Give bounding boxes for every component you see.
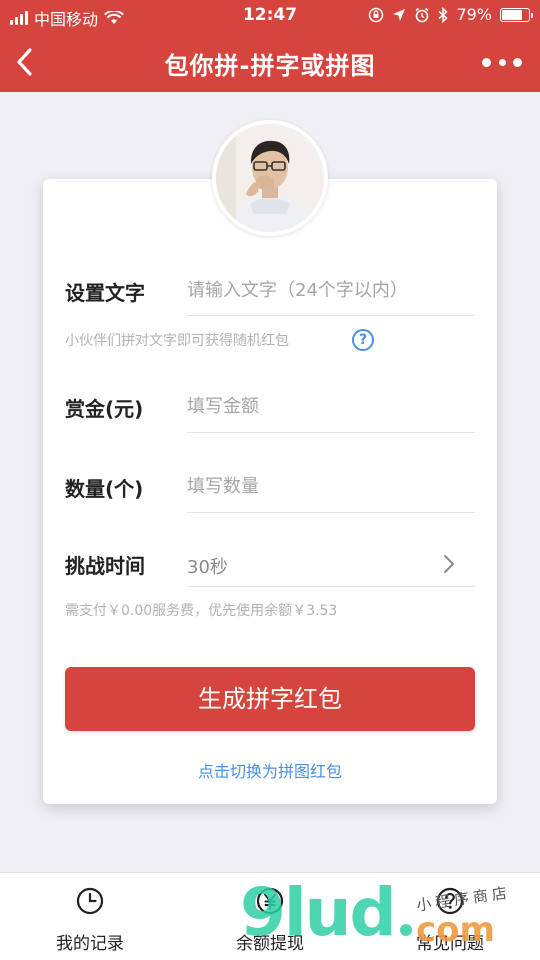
text-hint: 小伙伴们拼对文字即可获得随机红包 bbox=[65, 333, 289, 349]
text-label: 设置文字 bbox=[65, 281, 145, 305]
alarm-icon bbox=[415, 7, 429, 22]
chevron-right-icon bbox=[444, 555, 454, 573]
bluetooth-icon bbox=[438, 6, 449, 23]
divider bbox=[187, 315, 475, 316]
more-dot-icon bbox=[482, 57, 491, 67]
more-dot-icon bbox=[498, 58, 506, 66]
red-packet-form: 设置文字 小伙伴们拼对文字即可获得随机红包 ? 赏金(元) 数量(个) 挑战时间… bbox=[43, 179, 497, 804]
generate-button[interactable]: 生成拼字红包 bbox=[65, 667, 475, 731]
watermark-brand: 9lud bbox=[240, 874, 397, 951]
quantity-input[interactable] bbox=[187, 471, 475, 501]
orientation-lock-icon bbox=[369, 7, 384, 22]
watermark-suffix: com bbox=[416, 910, 495, 950]
help-icon[interactable]: ? bbox=[352, 329, 374, 351]
battery-level bbox=[502, 9, 523, 20]
fee-hint: 需支付￥0.00服务费，优先使用余额￥3.53 bbox=[65, 603, 338, 619]
header: 中国移动 12:47 79% 包你拼-拼字或拼图 bbox=[0, 0, 540, 92]
time-select-chevron[interactable] bbox=[440, 553, 458, 575]
watermark-logo: 9lud com 小程序商店 bbox=[240, 874, 530, 956]
time-label: 挑战时间 bbox=[65, 554, 145, 578]
battery-percent: 79% bbox=[456, 5, 492, 24]
reward-label: 赏金(元) bbox=[65, 397, 144, 421]
time-select[interactable]: 30秒 bbox=[187, 553, 228, 579]
nav-bar: 包你拼-拼字或拼图 bbox=[0, 32, 540, 92]
quantity-label: 数量(个) bbox=[65, 477, 144, 501]
location-icon bbox=[393, 8, 406, 21]
more-dot-icon bbox=[513, 57, 522, 67]
battery-icon bbox=[500, 7, 533, 22]
avatar bbox=[212, 120, 328, 236]
status-right: 79% bbox=[368, 5, 533, 24]
clock-icon bbox=[76, 887, 104, 915]
reward-input[interactable] bbox=[187, 391, 475, 421]
status-bar: 中国移动 12:47 79% bbox=[0, 0, 540, 32]
tab-my-records[interactable]: 我的记录 bbox=[0, 873, 180, 960]
switch-puzzle-link[interactable]: 点击切换为拼图红包 bbox=[43, 758, 497, 782]
more-button[interactable] bbox=[482, 50, 522, 74]
divider bbox=[187, 586, 475, 587]
divider bbox=[187, 432, 475, 433]
watermark-dot bbox=[400, 924, 412, 936]
tab-label: 我的记录 bbox=[56, 934, 124, 954]
text-input[interactable] bbox=[187, 275, 475, 305]
divider bbox=[187, 512, 475, 513]
page-title: 包你拼-拼字或拼图 bbox=[164, 52, 376, 80]
user-photo bbox=[216, 124, 324, 232]
